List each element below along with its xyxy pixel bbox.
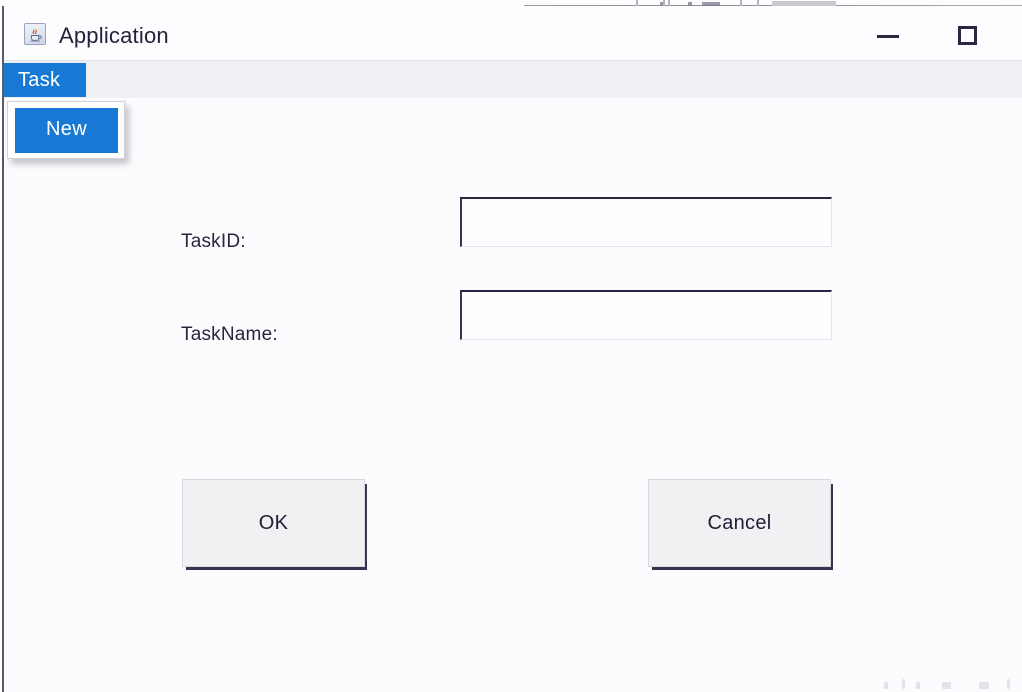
menu-item-task[interactable]: Task — [4, 63, 86, 97]
application-window: Application Task New TaskID: TaskName: O… — [2, 6, 1022, 692]
task-menu-dropdown: New — [7, 101, 125, 159]
maximize-icon — [958, 26, 977, 45]
ok-button[interactable]: OK — [182, 479, 365, 567]
form-panel: TaskID: TaskName: OK Cancel — [4, 98, 1022, 692]
taskid-label: TaskID: — [181, 231, 246, 252]
menu-item-new-label: New — [46, 118, 87, 140]
cancel-button[interactable]: Cancel — [648, 479, 831, 567]
java-coffee-cup-icon — [24, 23, 46, 45]
minimize-icon — [877, 35, 899, 38]
taskname-label: TaskName: — [181, 324, 278, 345]
title-bar: Application — [4, 6, 1022, 60]
maximize-button[interactable] — [948, 18, 994, 50]
menu-bar: Task — [4, 60, 1022, 99]
taskid-input[interactable] — [460, 197, 832, 247]
bottom-artifacts — [4, 666, 1022, 692]
minimize-button[interactable] — [869, 18, 915, 50]
menu-item-new[interactable]: New — [15, 108, 118, 153]
taskname-input[interactable] — [460, 290, 832, 340]
menu-item-task-label: Task — [18, 69, 61, 91]
window-title: Application — [59, 23, 169, 48]
